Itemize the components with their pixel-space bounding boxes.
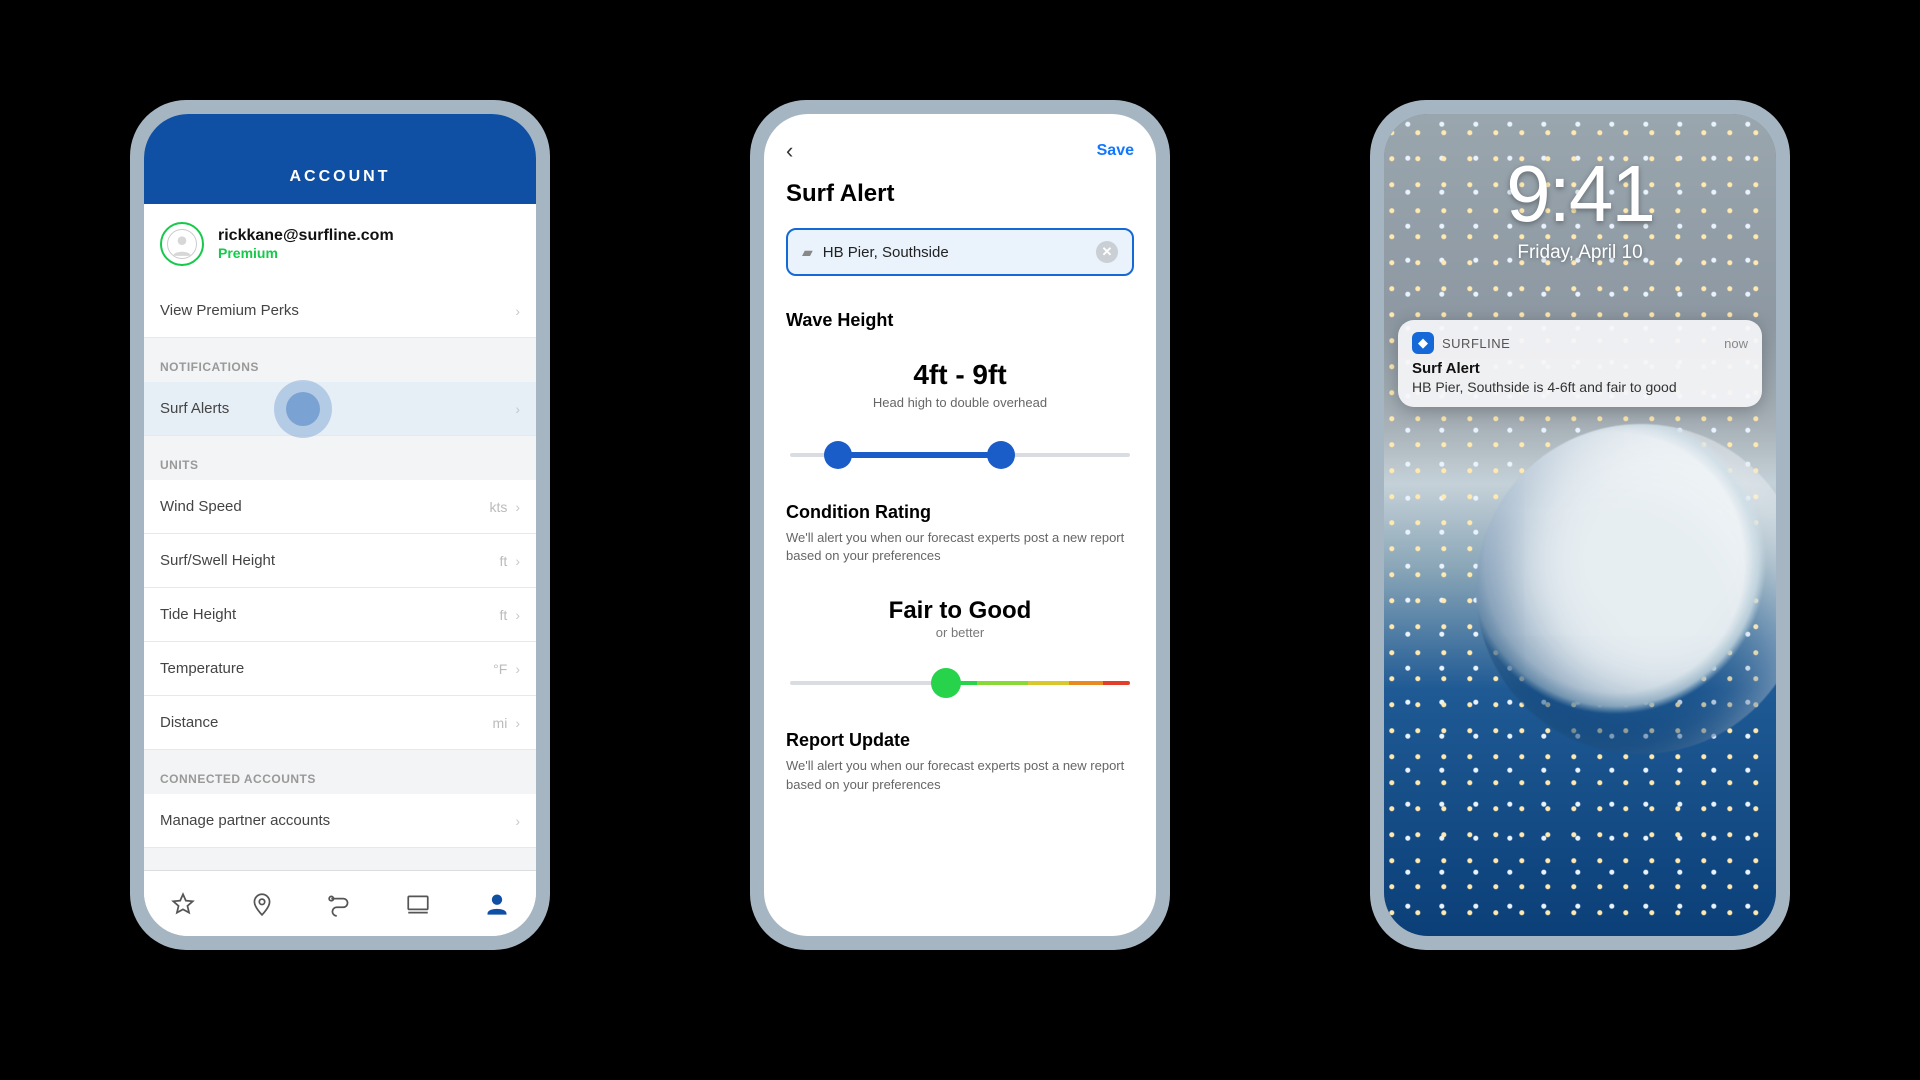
account-header: ACCOUNT	[144, 114, 536, 204]
row-tide-height[interactable]: Tide Height ft ›	[144, 588, 536, 642]
row-temperature[interactable]: Temperature °F ›	[144, 642, 536, 696]
app-icon: ◆	[1412, 332, 1434, 354]
chevron-right-icon: ›	[515, 553, 520, 569]
account-user-row[interactable]: rickkane@surfline.com Premium	[144, 204, 536, 284]
row-label: Wind Speed	[160, 498, 242, 515]
phone-account-screen: ACCOUNT rickkane@surfline.com Premium Vi…	[144, 114, 536, 936]
tab-account[interactable]	[482, 889, 512, 919]
chevron-right-icon: ›	[515, 303, 520, 319]
row-label: Surf Alerts	[160, 400, 229, 417]
row-unit: mi	[493, 715, 508, 731]
spot-input[interactable]: ▰ HB Pier, Southside ✕	[786, 228, 1134, 276]
notification-card[interactable]: ◆ SURFLINE now Surf Alert HB Pier, South…	[1398, 320, 1762, 407]
row-unit: kts	[489, 499, 507, 515]
phone-account: ACCOUNT rickkane@surfline.com Premium Vi…	[130, 100, 550, 950]
row-label: Manage partner accounts	[160, 812, 330, 829]
row-label: View Premium Perks	[160, 302, 299, 319]
row-partner-accounts[interactable]: Manage partner accounts ›	[144, 794, 536, 848]
notification-body: HB Pier, Southside is 4-6ft and fair to …	[1412, 379, 1748, 395]
page-title: Surf Alert	[786, 180, 1134, 208]
account-scroll[interactable]: rickkane@surfline.com Premium View Premi…	[144, 204, 536, 870]
account-email: rickkane@surfline.com	[218, 227, 394, 245]
chevron-right-icon: ›	[515, 715, 520, 731]
chevron-right-icon: ›	[515, 813, 520, 829]
row-unit: °F	[493, 661, 507, 677]
notification-time: now	[1724, 336, 1748, 351]
phone-surf-alert: ‹ Save Surf Alert ▰ HB Pier, Southside ✕…	[750, 100, 1170, 950]
row-swell-height[interactable]: Surf/Swell Height ft ›	[144, 534, 536, 588]
row-distance[interactable]: Distance mi ›	[144, 696, 536, 750]
tab-bar	[144, 870, 536, 936]
nav-bar: ‹ Save	[764, 114, 1156, 172]
row-label: Tide Height	[160, 606, 236, 623]
person-icon	[484, 891, 510, 917]
report-update-label: Report Update	[786, 730, 1134, 751]
monitor-icon	[405, 891, 431, 917]
section-units: UNITS	[144, 436, 536, 480]
camera-icon: ▰	[802, 244, 813, 261]
wave-height-slider[interactable]	[790, 442, 1130, 468]
tap-indicator-icon	[274, 380, 332, 438]
chevron-right-icon: ›	[515, 499, 520, 515]
condition-sub: We'll alert you when our forecast expert…	[786, 529, 1134, 565]
notification-app: SURFLINE	[1442, 336, 1510, 351]
condition-label: Condition Rating	[786, 502, 1134, 523]
tab-cams[interactable]	[403, 889, 433, 919]
slider-handle-min[interactable]	[824, 441, 852, 469]
section-notifications: NOTIFICATIONS	[144, 338, 536, 382]
slider-handle-max[interactable]	[987, 441, 1015, 469]
chevron-right-icon: ›	[515, 401, 520, 417]
tab-sessions[interactable]	[325, 889, 355, 919]
avatar-icon	[160, 222, 204, 266]
row-label: Temperature	[160, 660, 244, 677]
account-title: ACCOUNT	[290, 168, 391, 186]
lockscreen-time: 9:41	[1384, 148, 1776, 240]
row-unit: ft	[500, 607, 508, 623]
tab-favorites[interactable]	[168, 889, 198, 919]
phone-lockscreen: 9:41 Friday, April 10 ◆ SURFLINE now Sur…	[1370, 100, 1790, 950]
account-tier: Premium	[218, 245, 394, 261]
tab-spots[interactable]	[247, 889, 277, 919]
row-premium-perks[interactable]: View Premium Perks ›	[144, 284, 536, 338]
row-wind-speed[interactable]: Wind Speed kts ›	[144, 480, 536, 534]
lockscreen-date: Friday, April 10	[1384, 242, 1776, 264]
lockscreen: 9:41 Friday, April 10 ◆ SURFLINE now Sur…	[1384, 114, 1776, 936]
back-button[interactable]: ‹	[786, 138, 793, 164]
chevron-right-icon: ›	[515, 607, 520, 623]
slider-handle[interactable]	[931, 668, 961, 698]
section-connected: CONNECTED ACCOUNTS	[144, 750, 536, 794]
report-update-sub: We'll alert you when our forecast expert…	[786, 757, 1134, 793]
wave-height-value: 4ft - 9ft	[786, 359, 1134, 391]
route-icon	[327, 891, 353, 917]
surf-alert-screen: ‹ Save Surf Alert ▰ HB Pier, Southside ✕…	[764, 114, 1156, 936]
condition-value-sub: or better	[786, 625, 1134, 640]
notification-title: Surf Alert	[1412, 360, 1748, 377]
row-unit: ft	[500, 553, 508, 569]
row-label: Distance	[160, 714, 218, 731]
chevron-right-icon: ›	[515, 661, 520, 677]
save-button[interactable]: Save	[1097, 142, 1134, 160]
condition-value: Fair to Good	[786, 597, 1134, 625]
spot-name: HB Pier, Southside	[823, 244, 1086, 261]
row-surf-alerts[interactable]: Surf Alerts ›	[144, 382, 536, 436]
wave-height-desc: Head high to double overhead	[786, 395, 1134, 410]
pin-icon	[249, 891, 275, 917]
row-label: Surf/Swell Height	[160, 552, 275, 569]
star-icon	[170, 891, 196, 917]
condition-slider[interactable]	[790, 670, 1130, 696]
wave-height-label: Wave Height	[786, 310, 1134, 331]
clear-button[interactable]: ✕	[1096, 241, 1118, 263]
